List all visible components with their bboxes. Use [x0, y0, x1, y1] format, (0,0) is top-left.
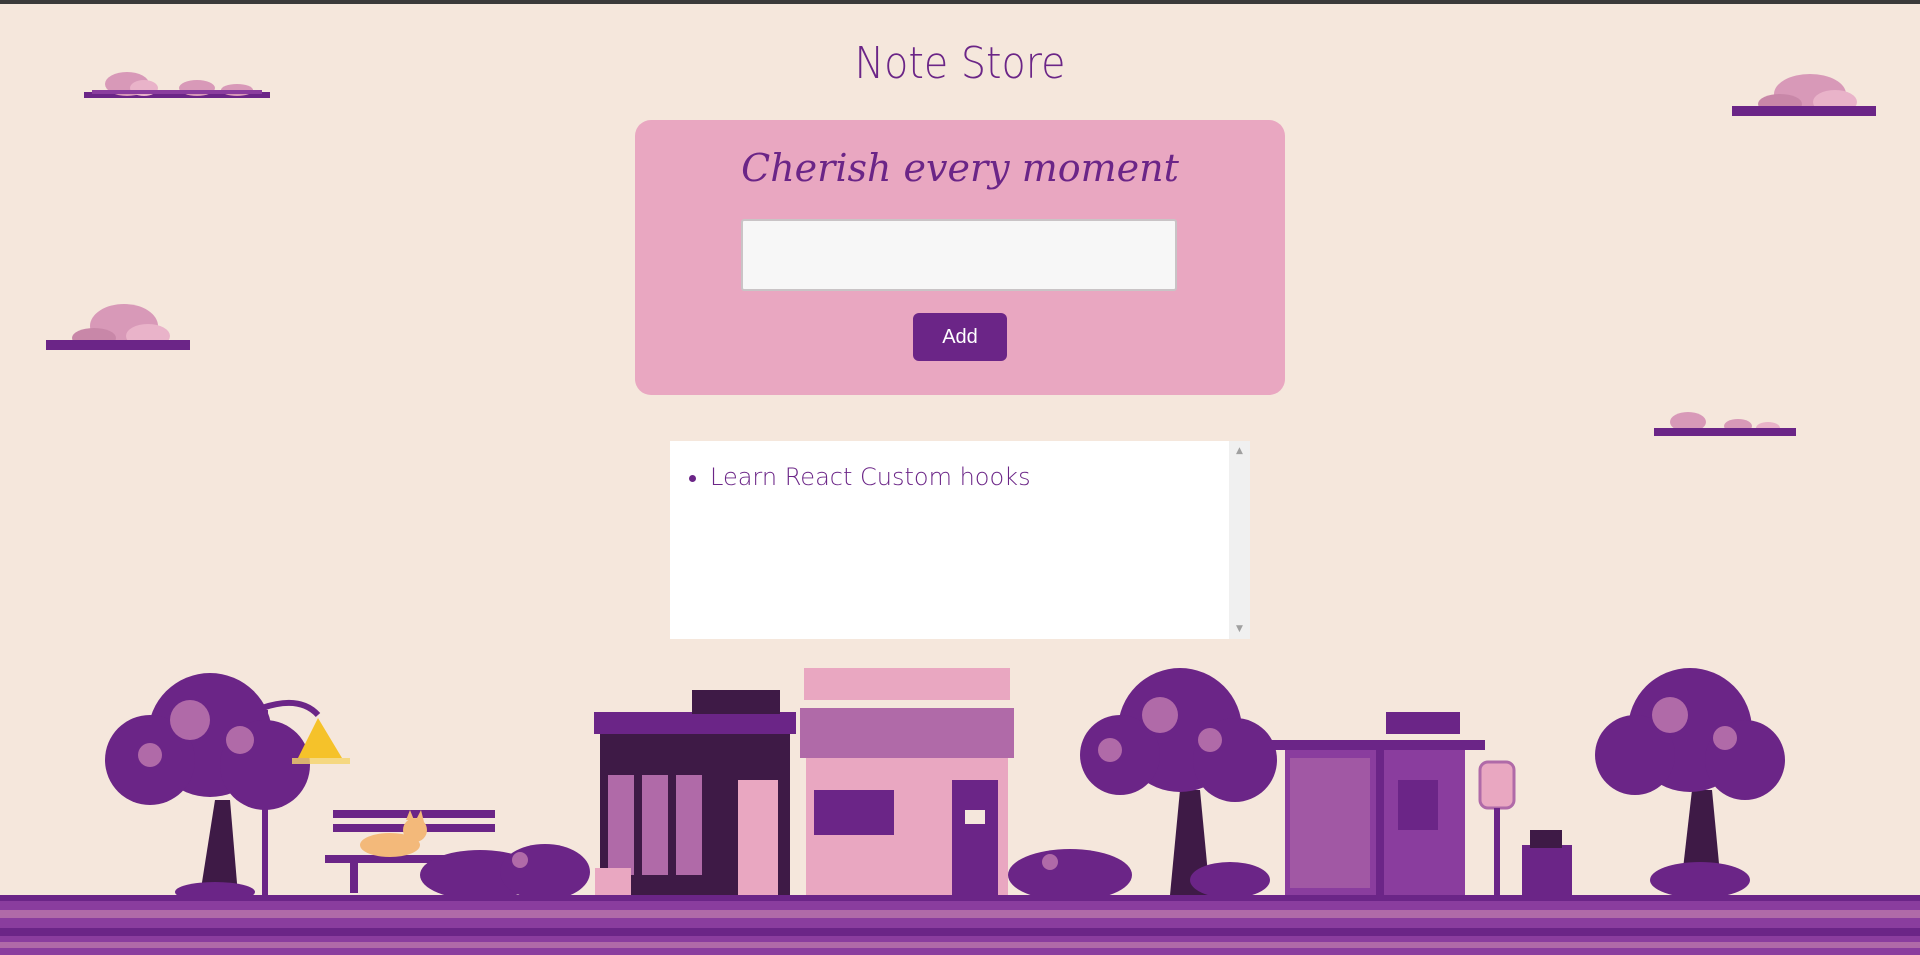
pavement	[0, 895, 1920, 955]
window-top-bar	[0, 0, 1920, 4]
add-button[interactable]: Add	[913, 313, 1007, 361]
cloud-icon	[46, 304, 190, 350]
bakery-shop-icon	[800, 668, 1014, 895]
page-title: Note Store	[854, 38, 1066, 89]
bus-sign-icon	[1478, 760, 1516, 895]
tree-icon	[1595, 668, 1785, 898]
scroll-up-arrow-icon[interactable]: ▲	[1229, 443, 1250, 459]
shop-icon	[594, 690, 796, 895]
bush-icon	[420, 844, 590, 900]
bus-stop-icon	[1270, 712, 1485, 895]
notes-list: Learn React Custom hooks	[670, 441, 1228, 639]
tagline: Cherish every moment	[741, 146, 1179, 190]
note-form-card: Cherish every moment Add	[635, 120, 1285, 395]
bush-icon	[1008, 849, 1270, 901]
list-item: Learn React Custom hooks	[710, 463, 1228, 491]
note-input[interactable]	[741, 219, 1177, 291]
cloud-icon	[1654, 412, 1796, 436]
trash-can-icon	[1522, 830, 1572, 895]
street-scene	[0, 668, 1920, 955]
notes-list-container[interactable]: Learn React Custom hooks ▲ ▼	[670, 441, 1250, 639]
scrollbar[interactable]: ▲ ▼	[1229, 441, 1250, 639]
scroll-down-arrow-icon[interactable]: ▼	[1229, 621, 1250, 637]
tree-icon	[105, 673, 310, 902]
